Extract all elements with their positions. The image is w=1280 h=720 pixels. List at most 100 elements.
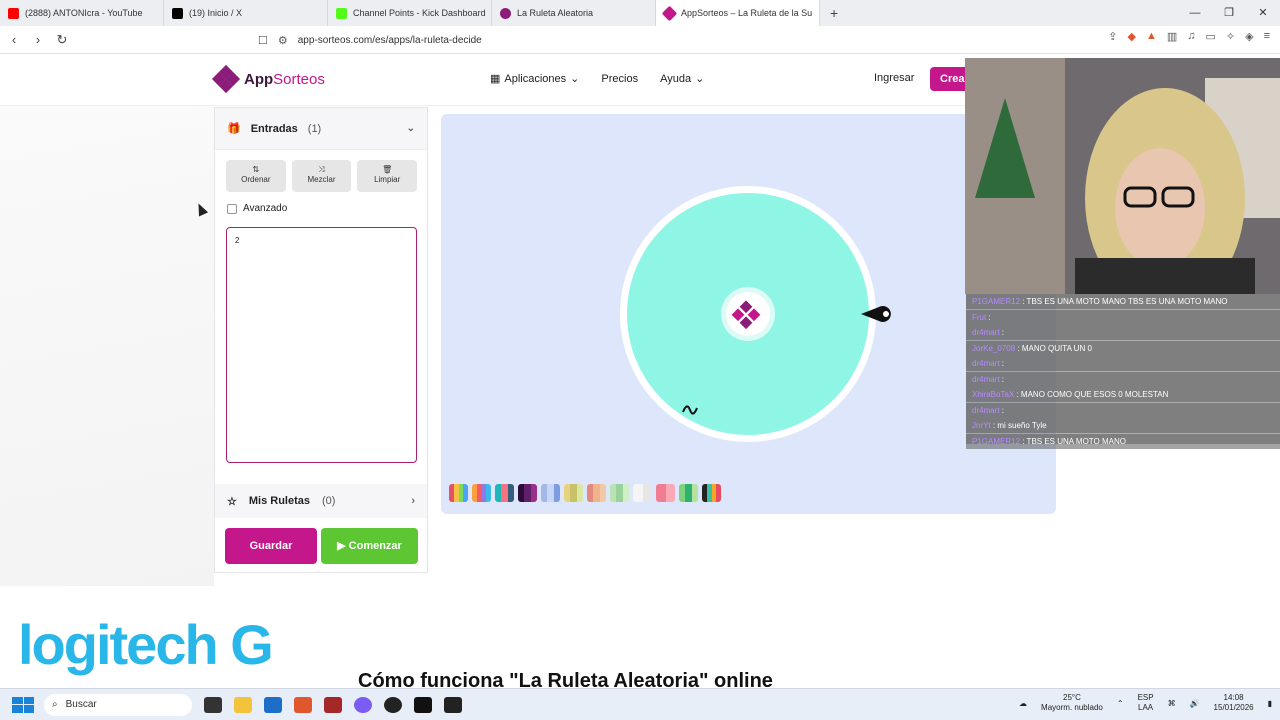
- stream-chat: P1GAMER12 : TBS ES UNA MOTO MANO TBS ES …: [966, 294, 1280, 449]
- network-icon[interactable]: ⌘: [1168, 699, 1176, 708]
- chat-text: : TBS ES UNA MOTO MANO TBS ES UNA MOTO M…: [1020, 297, 1228, 306]
- taskbar-search[interactable]: ⌕ Buscar: [44, 693, 192, 716]
- order-button[interactable]: ⇅ Ordenar: [226, 160, 286, 192]
- sidebar-icon[interactable]: ▥: [1167, 30, 1177, 43]
- tab-youtube[interactable]: (2888) ANTONIcra - YouTube: [0, 0, 164, 26]
- appsorteos-logo[interactable]: AppSorteos: [211, 64, 325, 94]
- app-icon[interactable]: [414, 696, 432, 713]
- chevron-down-icon: ⌄: [406, 123, 415, 134]
- bookmark-icon[interactable]: ☐: [258, 34, 268, 47]
- entries-title: Entradas: [250, 122, 298, 135]
- nav-help[interactable]: Ayuda ⌄: [660, 72, 705, 86]
- nav-pricing[interactable]: Precios: [601, 72, 638, 85]
- weather-icon[interactable]: ☁: [1019, 699, 1027, 708]
- brave-icon[interactable]: [294, 696, 312, 713]
- palette-swatch[interactable]: [449, 484, 468, 502]
- palette-swatch[interactable]: [564, 484, 583, 502]
- forward-icon[interactable]: ›: [28, 32, 48, 47]
- shuffle-button[interactable]: ⤨ Mezclar: [291, 160, 352, 192]
- palette-swatch[interactable]: [633, 484, 652, 502]
- nav-apps[interactable]: ▦ Aplicaciones ⌄: [490, 72, 579, 86]
- advanced-checkbox[interactable]: [227, 203, 237, 214]
- palette-swatch[interactable]: [472, 484, 491, 502]
- palette-swatch[interactable]: [702, 484, 721, 502]
- tab-kick[interactable]: Channel Points - Kick Dashboard: [328, 0, 492, 26]
- chat-username: Frut: [972, 312, 987, 322]
- app-icon[interactable]: [384, 696, 402, 713]
- chevron-down-icon: ⌄: [695, 73, 705, 85]
- clear-button[interactable]: 🗑 Limpiar: [357, 160, 418, 192]
- palette-swatch[interactable]: [495, 484, 514, 502]
- palette-swatch[interactable]: [541, 484, 560, 502]
- url-field[interactable]: ☐ ⚙ app-sorteos.com/es/apps/la-ruleta-de…: [258, 30, 958, 50]
- tab-label: (19) Inicio / X: [189, 8, 243, 18]
- tab-x[interactable]: (19) Inicio / X: [164, 0, 328, 26]
- wallet-icon[interactable]: ▭: [1205, 30, 1215, 43]
- weather[interactable]: 25°C Mayorm. nublado: [1041, 693, 1103, 714]
- tab-appsorteos[interactable]: AppSorteos – La Ruleta de la Su ✕: [656, 0, 820, 26]
- discord-icon[interactable]: [354, 696, 372, 713]
- tab-ruleta[interactable]: La Ruleta Aleatoria: [492, 0, 656, 26]
- chat-username: JorKe_0708: [972, 343, 1016, 353]
- store-icon[interactable]: [264, 696, 282, 713]
- palette-swatch[interactable]: [587, 484, 606, 502]
- my-wheels-row[interactable]: ☆ Mis Ruletas (0) ›: [215, 484, 427, 518]
- capcut-icon[interactable]: [444, 696, 462, 713]
- login-link[interactable]: Ingresar: [874, 72, 914, 84]
- palette-swatch[interactable]: [518, 484, 537, 502]
- entries-header[interactable]: 🎁 Entradas (1) ⌄: [215, 108, 427, 150]
- entries-tools: ⇅ Ordenar ⤨ Mezclar 🗑 Limpiar: [215, 150, 427, 192]
- back-icon[interactable]: ‹: [4, 32, 24, 47]
- tab-label: Channel Points - Kick Dashboard: [353, 8, 486, 18]
- address-bar: ‹ › ↻ ☐ ⚙ app-sorteos.com/es/apps/la-rul…: [0, 26, 1280, 54]
- restore-icon[interactable]: ❐: [1212, 0, 1246, 26]
- chat-text: :: [999, 405, 1005, 415]
- advanced-toggle[interactable]: Avanzado: [215, 192, 427, 214]
- brave-shield-icon[interactable]: ◆: [1127, 30, 1135, 43]
- trash-icon: 🗑: [382, 165, 393, 174]
- share-icon[interactable]: ⇪: [1108, 30, 1117, 43]
- app-icon[interactable]: [324, 696, 342, 713]
- reload-icon[interactable]: ↻: [52, 32, 72, 48]
- menu-icon[interactable]: ≡: [1264, 30, 1270, 43]
- chat-message: dr4mart :: [966, 356, 1280, 371]
- wheel[interactable]: [441, 114, 1056, 474]
- entries-panel: 🎁 Entradas (1) ⌄ ⇅ Ordenar ⤨ Mezclar 🗑 Limp…: [214, 107, 428, 573]
- palette-swatch[interactable]: [656, 484, 675, 502]
- entries-textarea[interactable]: 2: [226, 227, 417, 463]
- vpn-icon[interactable]: ◈: [1245, 30, 1253, 43]
- my-wheels-label: Mis Ruletas: [248, 495, 311, 507]
- save-button[interactable]: Guardar: [225, 528, 317, 564]
- leo-icon[interactable]: ✧: [1226, 30, 1235, 43]
- site-info-icon[interactable]: ⚙: [278, 34, 288, 47]
- chat-username: JnrYt: [972, 421, 991, 430]
- browser-toolbar: ⇪ ◆ ▲ ▥ ♫ ▭ ✧ ◈ ≡: [1108, 30, 1270, 43]
- media-icon[interactable]: ♫: [1187, 30, 1195, 43]
- page-background: [0, 106, 214, 586]
- palette-swatch[interactable]: [679, 484, 698, 502]
- clock[interactable]: 14:08 15/01/2026: [1214, 693, 1254, 714]
- minimize-icon[interactable]: —: [1178, 0, 1212, 26]
- chat-text: : MANO COMO QUE ESOS 0 MOLESTAN: [1014, 390, 1169, 399]
- notification-icon[interactable]: ▮: [1268, 699, 1272, 708]
- create-account-button[interactable]: Crear: [930, 67, 970, 91]
- chat-message: dr4mart :: [966, 402, 1280, 418]
- volume-icon[interactable]: 🔊: [1190, 699, 1200, 708]
- new-tab-icon[interactable]: +: [820, 5, 848, 21]
- url-text: app-sorteos.com/es/apps/la-ruleta-decide: [297, 34, 482, 46]
- close-window-icon[interactable]: ✕: [1246, 0, 1280, 26]
- chat-text: : MANO QUITA UN 0: [1015, 343, 1092, 353]
- chat-username: XhiraBoTaX: [972, 390, 1015, 399]
- chat-message: P1GAMER12 : TBS ES UNA MOTO MANO: [966, 433, 1280, 449]
- start-button[interactable]: ▶ Comenzar: [321, 528, 418, 564]
- logitech-logo: logitech G: [18, 613, 274, 676]
- tab-label: La Ruleta Aleatoria: [517, 8, 594, 18]
- chat-message: XhiraBoTaX : MANO COMO QUE ESOS 0 MOLEST…: [966, 387, 1280, 402]
- windows-start-icon[interactable]: [12, 696, 34, 713]
- palette-swatch[interactable]: [610, 484, 629, 502]
- language[interactable]: ESP LAA: [1138, 693, 1154, 714]
- task-view-icon[interactable]: [204, 696, 222, 713]
- rewards-icon[interactable]: ▲: [1146, 30, 1157, 43]
- chevron-up-icon[interactable]: ⌃: [1117, 699, 1124, 708]
- file-explorer-icon[interactable]: [234, 696, 252, 713]
